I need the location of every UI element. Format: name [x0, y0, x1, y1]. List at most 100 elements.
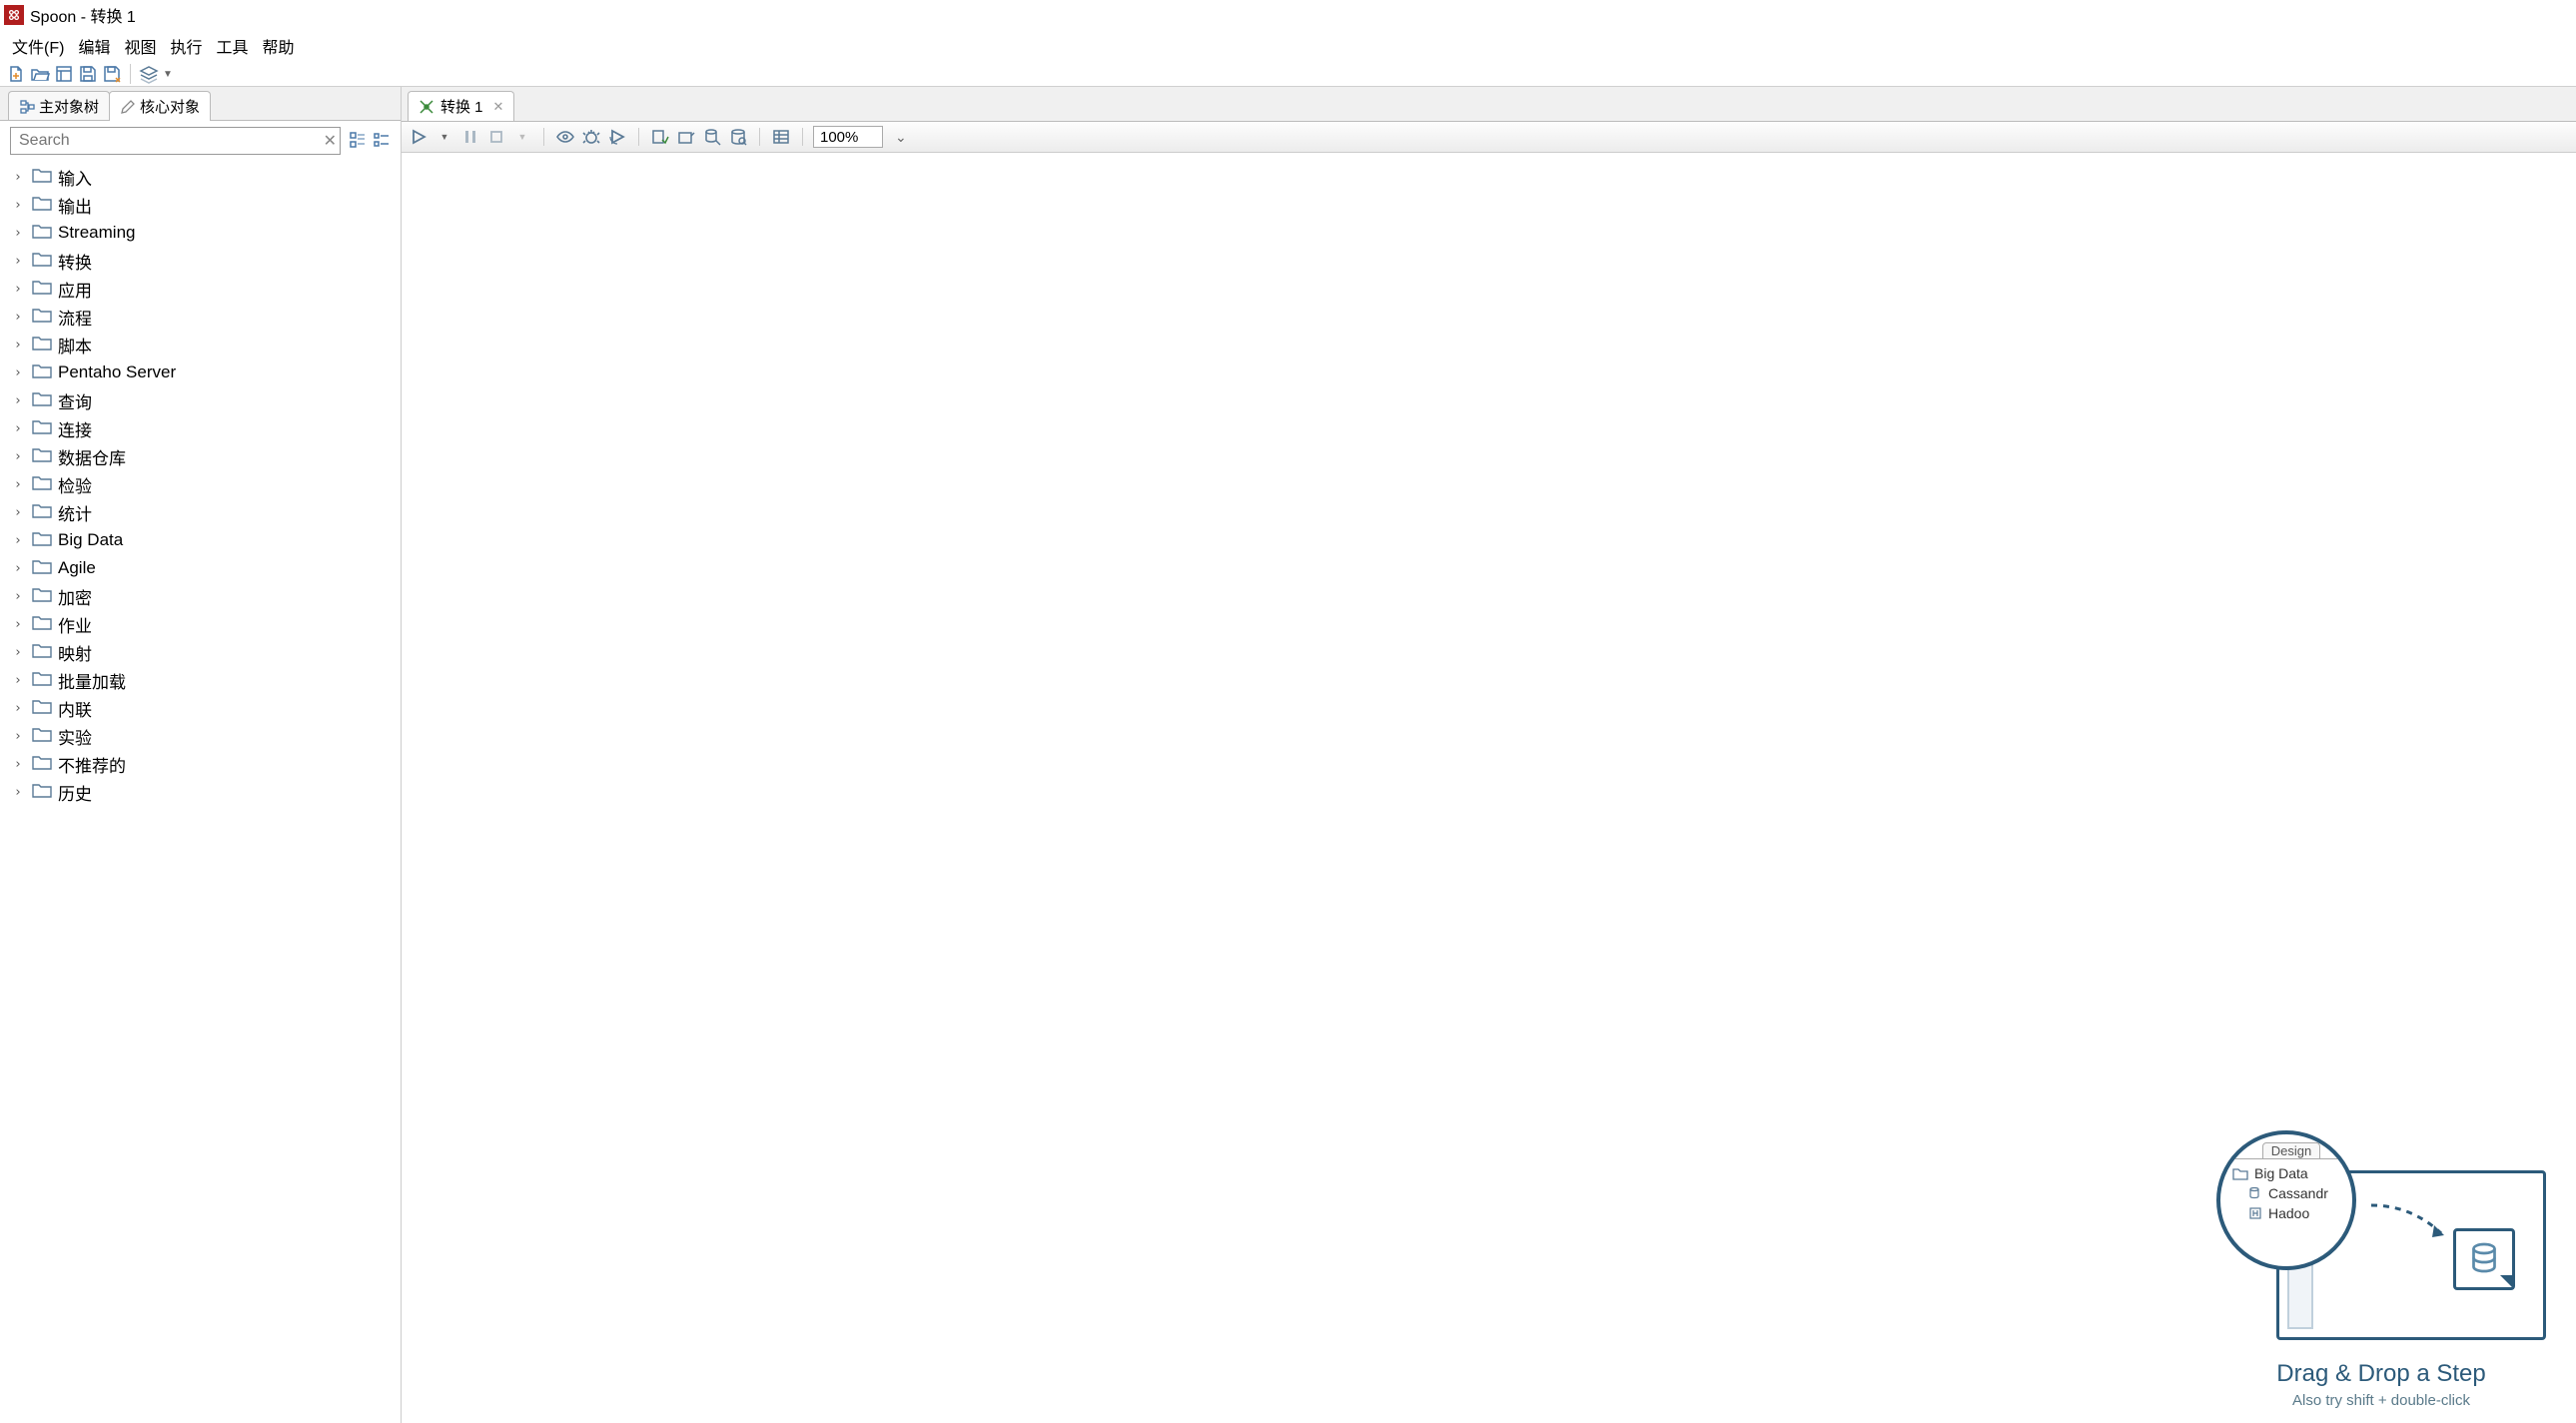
new-file-icon[interactable] [6, 64, 26, 84]
tree-item[interactable]: ›不推荐的 [0, 750, 401, 778]
tree-item-label: Streaming [58, 223, 135, 243]
chevron-right-icon: › [14, 785, 26, 800]
database-icon [2466, 1241, 2502, 1277]
tree-item[interactable]: ›Streaming [0, 219, 401, 247]
folder-icon [32, 558, 52, 579]
tree-item[interactable]: ›加密 [0, 582, 401, 610]
run-dropdown-icon[interactable]: ▼ [433, 126, 455, 148]
toolbar-separator [130, 64, 131, 84]
debug-icon[interactable] [580, 126, 602, 148]
replay-icon[interactable] [606, 126, 628, 148]
tree-item[interactable]: ›映射 [0, 638, 401, 666]
menu-view[interactable]: 视图 [118, 32, 162, 60]
drag-drop-hint: Design Big Data Cassandr [2216, 1130, 2546, 1409]
editor-tab[interactable]: 转换 1 ✕ [408, 91, 514, 121]
tree-item-label: Big Data [58, 530, 123, 550]
collapse-all-icon[interactable] [373, 131, 391, 152]
canvas[interactable]: Design Big Data Cassandr [402, 153, 2576, 1423]
tree-item[interactable]: ›流程 [0, 303, 401, 331]
save-as-icon[interactable] [102, 64, 122, 84]
tree-item[interactable]: › 转换 [0, 247, 401, 275]
tree-item[interactable]: ›历史 [0, 778, 401, 806]
tree-item[interactable]: ›查询 [0, 386, 401, 414]
menu-help[interactable]: 帮助 [257, 32, 301, 60]
zoom-input[interactable] [813, 126, 883, 148]
open-file-icon[interactable] [30, 64, 50, 84]
explore-db-icon[interactable] [727, 126, 749, 148]
clear-search-icon[interactable]: ✕ [324, 131, 337, 151]
chevron-right-icon: › [14, 645, 26, 660]
chevron-right-icon: › [14, 617, 26, 632]
folder-icon [32, 167, 52, 188]
tree-item-label: 作业 [58, 612, 92, 637]
folder-icon [32, 362, 52, 383]
tree-item[interactable]: ›检验 [0, 470, 401, 498]
editor-tabs: 转换 1 ✕ [402, 87, 2576, 121]
tab-main-tree[interactable]: 主对象树 [8, 91, 110, 121]
editor-area: 转换 1 ✕ ▼ ▼ [402, 87, 2576, 1423]
tree-item-label: 加密 [58, 584, 92, 609]
sql-icon[interactable] [701, 126, 723, 148]
tree-item[interactable]: ›实验 [0, 722, 401, 750]
tree-item[interactable]: ›输入 [0, 163, 401, 191]
folder-icon [32, 446, 52, 467]
chevron-right-icon: › [14, 449, 26, 464]
hint-title: Drag & Drop a Step [2216, 1360, 2546, 1388]
tree-item[interactable]: ›连接 [0, 414, 401, 442]
pause-icon[interactable] [459, 126, 481, 148]
tree-item-label: 转换 [58, 249, 92, 274]
chevron-right-icon: › [14, 282, 26, 297]
tree-item[interactable]: › 作业 [0, 610, 401, 638]
impact-icon[interactable] [675, 126, 697, 148]
tree-item[interactable]: ›Agile [0, 554, 401, 582]
sidebar: 主对象树 核心对象 ✕ [0, 87, 402, 1423]
tree-item[interactable]: ›批量加载 [0, 666, 401, 694]
zoom-dropdown-icon[interactable]: ⌄ [887, 129, 915, 146]
explore-repo-icon[interactable] [54, 64, 74, 84]
tree-item[interactable]: ›Big Data [0, 526, 401, 554]
run-icon[interactable] [408, 126, 429, 148]
expand-all-icon[interactable] [349, 131, 367, 152]
perspective-icon[interactable] [139, 64, 159, 84]
tree-item-label: 内联 [58, 696, 92, 721]
dashed-arrow-icon [2366, 1200, 2456, 1240]
menu-file[interactable]: 文件(F) [6, 32, 70, 60]
tab-core-label: 核心对象 [140, 96, 200, 117]
category-tree[interactable]: ›输入›输出›Streaming›转换›应用›流程›脚本›Pentaho Ser… [0, 161, 401, 1423]
tab-core-objects[interactable]: 核心对象 [109, 91, 211, 121]
tree-item[interactable]: ›统计 [0, 498, 401, 526]
menu-tools[interactable]: 工具 [210, 32, 254, 60]
tree-item[interactable]: ›数据仓库 [0, 442, 401, 470]
show-results-icon[interactable] [770, 126, 792, 148]
chevron-right-icon: › [14, 170, 26, 185]
menu-bar: 文件(F) 编辑 视图 执行 工具 帮助 [0, 30, 2576, 62]
window-title-bar: Spoon - 转换 1 [0, 0, 2576, 30]
folder-icon [32, 279, 52, 300]
chevron-right-icon: › [14, 338, 26, 353]
tree-item[interactable]: ›脚本 [0, 331, 401, 358]
tree-item[interactable]: ›Pentaho Server [0, 358, 401, 386]
chevron-right-icon: › [14, 198, 26, 213]
window-title: Spoon - 转换 1 [30, 3, 136, 27]
tree-item[interactable]: ›应用 [0, 275, 401, 303]
menu-run[interactable]: 执行 [164, 32, 208, 60]
menu-edit[interactable]: 编辑 [72, 32, 116, 60]
tree-item[interactable]: ›内联 [0, 694, 401, 722]
db-small-icon [2248, 1186, 2262, 1200]
folder-icon [32, 698, 52, 719]
folder-icon [32, 782, 52, 803]
folder-icon [32, 614, 52, 635]
verify-icon[interactable] [649, 126, 671, 148]
stop-dropdown-icon[interactable]: ▼ [511, 126, 533, 148]
search-input[interactable] [10, 127, 341, 155]
tree-item[interactable]: ›输出 [0, 191, 401, 219]
preview-icon[interactable] [554, 126, 576, 148]
chevron-right-icon: › [14, 254, 26, 269]
transformation-icon [419, 99, 434, 115]
stop-icon[interactable] [485, 126, 507, 148]
save-icon[interactable] [78, 64, 98, 84]
hint-bigdata-label: Big Data [2254, 1165, 2308, 1181]
close-tab-icon[interactable]: ✕ [493, 99, 504, 115]
arrow-corner-icon [2500, 1275, 2514, 1289]
perspective-dropdown-icon[interactable]: ▼ [163, 69, 173, 80]
